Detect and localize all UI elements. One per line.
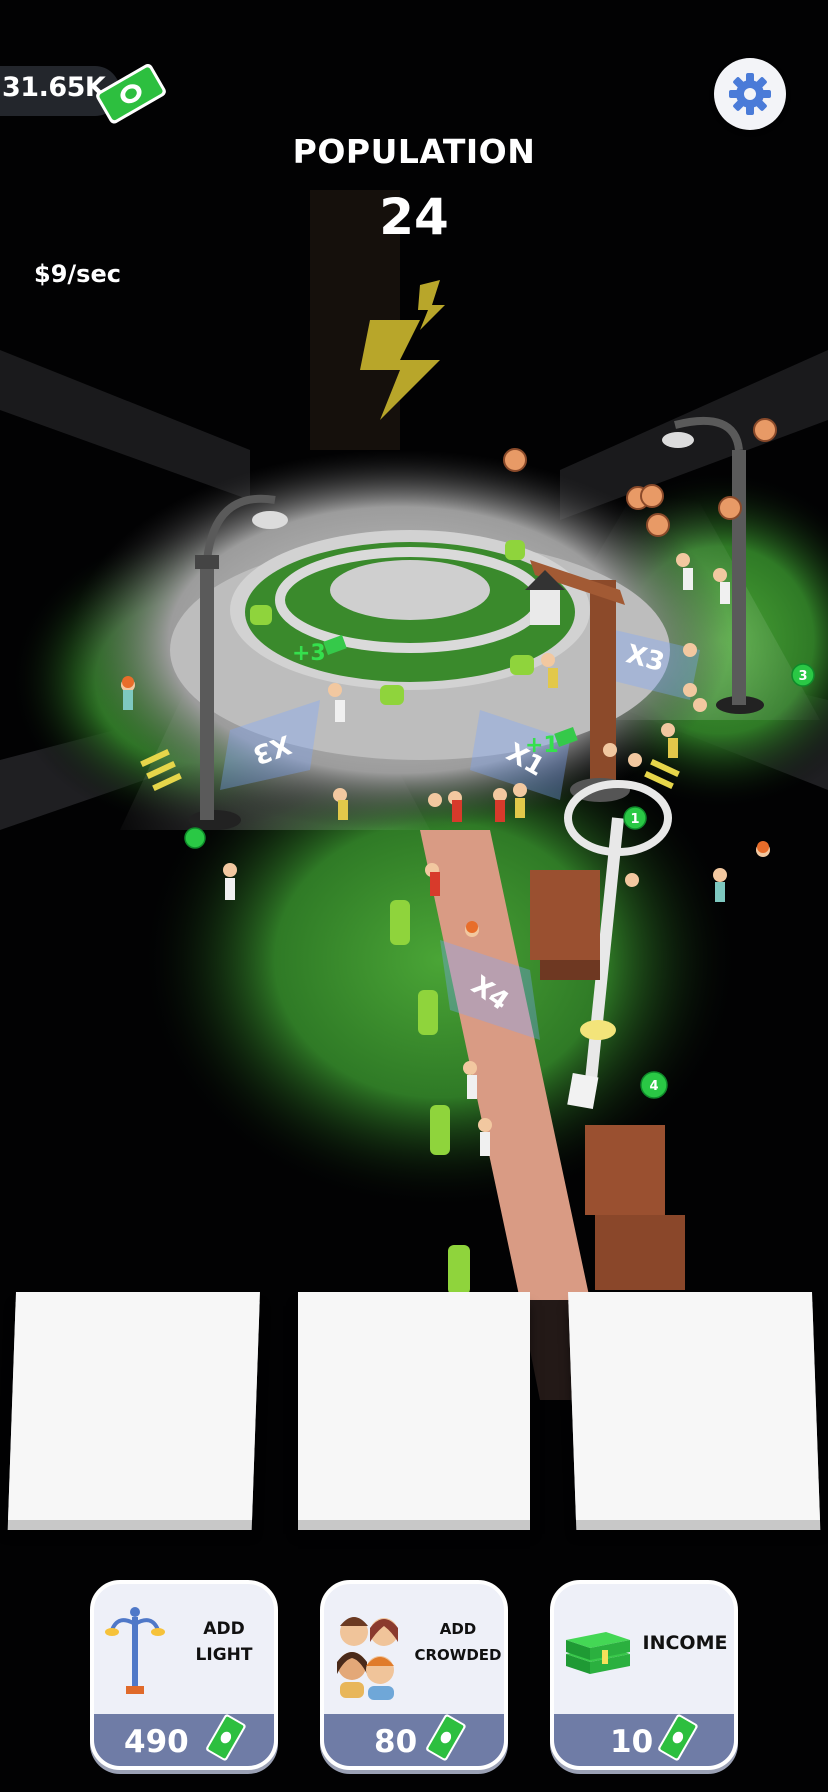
gear-icon [729, 73, 771, 115]
income-label: INCOME [642, 1632, 728, 1654]
add-crowded-label: ADD CROWDED [414, 1620, 502, 1664]
spot-badge-3[interactable]: 3 [791, 663, 815, 687]
cash-icon [658, 1714, 698, 1761]
population-label: POPULATION [292, 132, 536, 171]
svg-text:+3: +3 [292, 641, 326, 666]
bench-1 [530, 870, 600, 980]
bench-2 [585, 1125, 685, 1290]
build-slot-2[interactable] [298, 1292, 530, 1520]
svg-text:+1: +1 [525, 733, 559, 758]
svg-text:3: 3 [798, 669, 807, 684]
income-button[interactable]: INCOME 10 [550, 1580, 738, 1770]
spot-badge-blank[interactable] [184, 827, 206, 849]
income-rate: $9/sec [34, 260, 121, 288]
add-light-label: ADD LIGHT [195, 1619, 253, 1665]
svg-text:4: 4 [649, 1079, 658, 1094]
build-slot-1[interactable] [8, 1292, 260, 1520]
cash-stack-icon [566, 1632, 630, 1674]
add-light-price: 490 [124, 1724, 189, 1760]
street-lamp-icon [105, 1607, 165, 1694]
game-scene[interactable]: X3 X3 X1 X4 +3 +1 1 3 4 [0, 0, 828, 1792]
cash-icon [426, 1714, 466, 1761]
add-crowded-price: 80 [374, 1724, 418, 1760]
svg-text:1: 1 [630, 812, 639, 827]
spot-badge-1[interactable]: 1 [623, 806, 647, 830]
income-price: 10 [610, 1724, 654, 1760]
cash-icon [96, 63, 166, 124]
population-value: 24 [379, 188, 449, 246]
add-crowded-button[interactable]: ADD CROWDED 80 [320, 1580, 508, 1770]
add-light-button[interactable]: ADD LIGHT 490 [90, 1580, 278, 1770]
cash-icon [206, 1714, 246, 1761]
spot-badge-4[interactable]: 4 [640, 1071, 668, 1099]
build-slot-3[interactable] [568, 1292, 820, 1520]
people-group-icon [337, 1617, 398, 1700]
settings-button[interactable] [714, 58, 786, 130]
